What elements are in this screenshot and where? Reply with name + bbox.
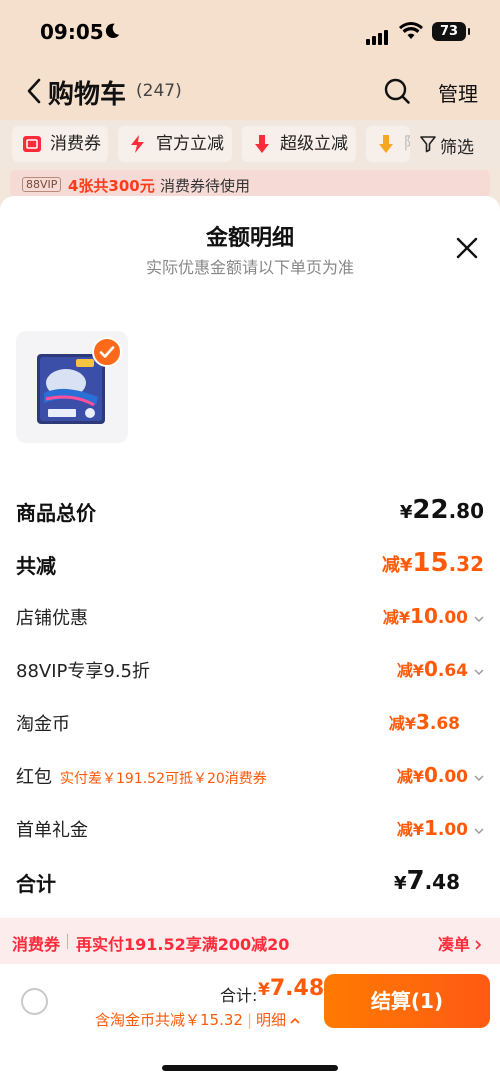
chip-label: 官方立减 — [156, 134, 224, 154]
battery-indicator: 73 — [432, 22, 470, 41]
chip-price-drop[interactable]: 降 — [366, 126, 410, 162]
funnel-icon — [420, 136, 436, 153]
vip-text: 消费券待使用 — [160, 177, 251, 195]
filter-button[interactable]: 筛选 — [420, 133, 474, 158]
chip-coupon[interactable]: 消费券 — [12, 126, 108, 162]
row-label: 首单礼金 — [16, 820, 88, 841]
close-icon[interactable] — [455, 236, 479, 260]
sum-label: 合计: — [220, 986, 258, 1005]
manage-button[interactable]: 管理 — [438, 78, 478, 107]
row-label: 红包 实付差￥191.52可抵￥20消费券 — [16, 767, 267, 788]
filter-chips: 消费券 官方立减 超级立减 降 筛选 — [0, 120, 500, 168]
row-red-packet[interactable]: 红包 实付差￥191.52可抵￥20消费券 减¥0.00 — [16, 763, 484, 793]
vip-coupon-banner[interactable]: 88VIP 4张共300元 消费券待使用 — [10, 170, 490, 198]
row-label: 淘金币 — [16, 714, 70, 735]
row-label: 合计 — [16, 872, 56, 896]
row-label: 商品总价 — [16, 501, 96, 525]
sum-value: ¥7.48 — [258, 976, 325, 1001]
row-value: 减¥10.00 — [383, 604, 484, 628]
product-thumbnail[interactable] — [16, 331, 128, 443]
chevron-right-icon — [475, 940, 482, 950]
status-time: 09:05 — [40, 20, 104, 44]
vip-tag: 88VIP — [22, 177, 62, 192]
coupon-text: 再实付191.52享满200减20 — [76, 935, 290, 954]
coupon-tag: 消费券 — [12, 935, 61, 954]
chevron-up-icon — [290, 1017, 300, 1024]
home-indicator — [162, 1065, 338, 1071]
row-value: 减¥0.00 — [397, 763, 484, 787]
row-value: ¥22.80 — [399, 495, 484, 525]
checkout-bar: 合计: ¥7.48 含淘金币共减￥15.32 | 明细 结算(1) — [0, 964, 500, 1082]
row-first-order-gift[interactable]: 首单礼金 减¥1.00 — [16, 816, 484, 846]
select-all-radio[interactable] — [21, 988, 48, 1015]
row-value: 减¥1.00 — [397, 816, 484, 840]
back-arrow-icon[interactable] — [26, 78, 42, 104]
detail-toggle[interactable]: 含淘金币共减￥15.32 | 明细 — [95, 1009, 300, 1030]
vip-highlight: 4张共300元 — [68, 177, 155, 195]
divider — [67, 934, 68, 949]
row-value: 减¥3.68 — [388, 710, 460, 734]
red-packet-note: 实付差￥191.52可抵￥20消费券 — [60, 771, 267, 787]
lightning-icon — [131, 135, 144, 153]
coupon-icon — [23, 136, 41, 152]
chip-label: 降 — [404, 134, 410, 154]
down-arrow-icon — [255, 135, 269, 153]
chip-label: 超级立减 — [280, 134, 348, 154]
row-label: 共减 — [16, 554, 56, 578]
chip-official-discount[interactable]: 官方立减 — [118, 126, 232, 162]
row-value: ¥7.48 — [393, 866, 460, 896]
row-label: 店铺优惠 — [16, 608, 88, 629]
row-value: 减¥15.32 — [381, 548, 484, 578]
row-shop-discount[interactable]: 店铺优惠 减¥10.00 — [16, 604, 484, 634]
sheet-subtitle: 实际优惠金额请以下单页为准 — [145, 258, 354, 277]
selected-checkmark-icon[interactable] — [92, 337, 122, 367]
filter-label: 筛选 — [440, 138, 474, 158]
wifi-icon — [399, 22, 423, 39]
chip-label: 消费券 — [50, 134, 101, 154]
row-sum: 合计 ¥7.48 — [16, 866, 484, 902]
moon-icon — [105, 23, 120, 39]
cellular-signal-icon — [366, 26, 390, 45]
chevron-down-icon — [474, 616, 484, 622]
row-total-price: 商品总价 ¥22.80 — [16, 495, 484, 531]
checkout-button[interactable]: 结算(1) — [324, 974, 490, 1028]
page-title: 购物车 — [48, 80, 127, 110]
chevron-down-icon — [474, 775, 484, 781]
price-drop-icon — [379, 135, 393, 153]
sheet-title: 金额明细 — [205, 226, 294, 251]
row-value: 减¥0.64 — [397, 657, 484, 681]
add-items-link[interactable]: 凑单 — [438, 931, 483, 955]
row-label: 88VIP专享9.5折 — [16, 661, 151, 682]
search-icon[interactable] — [383, 77, 411, 105]
chip-super-discount[interactable]: 超级立减 — [242, 126, 356, 162]
row-vip-discount[interactable]: 88VIP专享9.5折 减¥0.64 — [16, 657, 484, 687]
chevron-down-icon — [474, 828, 484, 834]
status-bar: 09:05 73 — [0, 0, 500, 64]
cart-header: 购物车 (247) 管理 — [0, 64, 500, 120]
row-taobao-coin: 淘金币 减¥3.68 — [16, 710, 484, 740]
row-total-reduction: 共减 减¥15.32 — [16, 548, 484, 584]
cart-count: (247) — [136, 81, 182, 101]
chevron-down-icon — [474, 669, 484, 675]
coupon-strip[interactable]: 消费券 再实付191.52享满200减20 凑单 — [0, 918, 500, 964]
